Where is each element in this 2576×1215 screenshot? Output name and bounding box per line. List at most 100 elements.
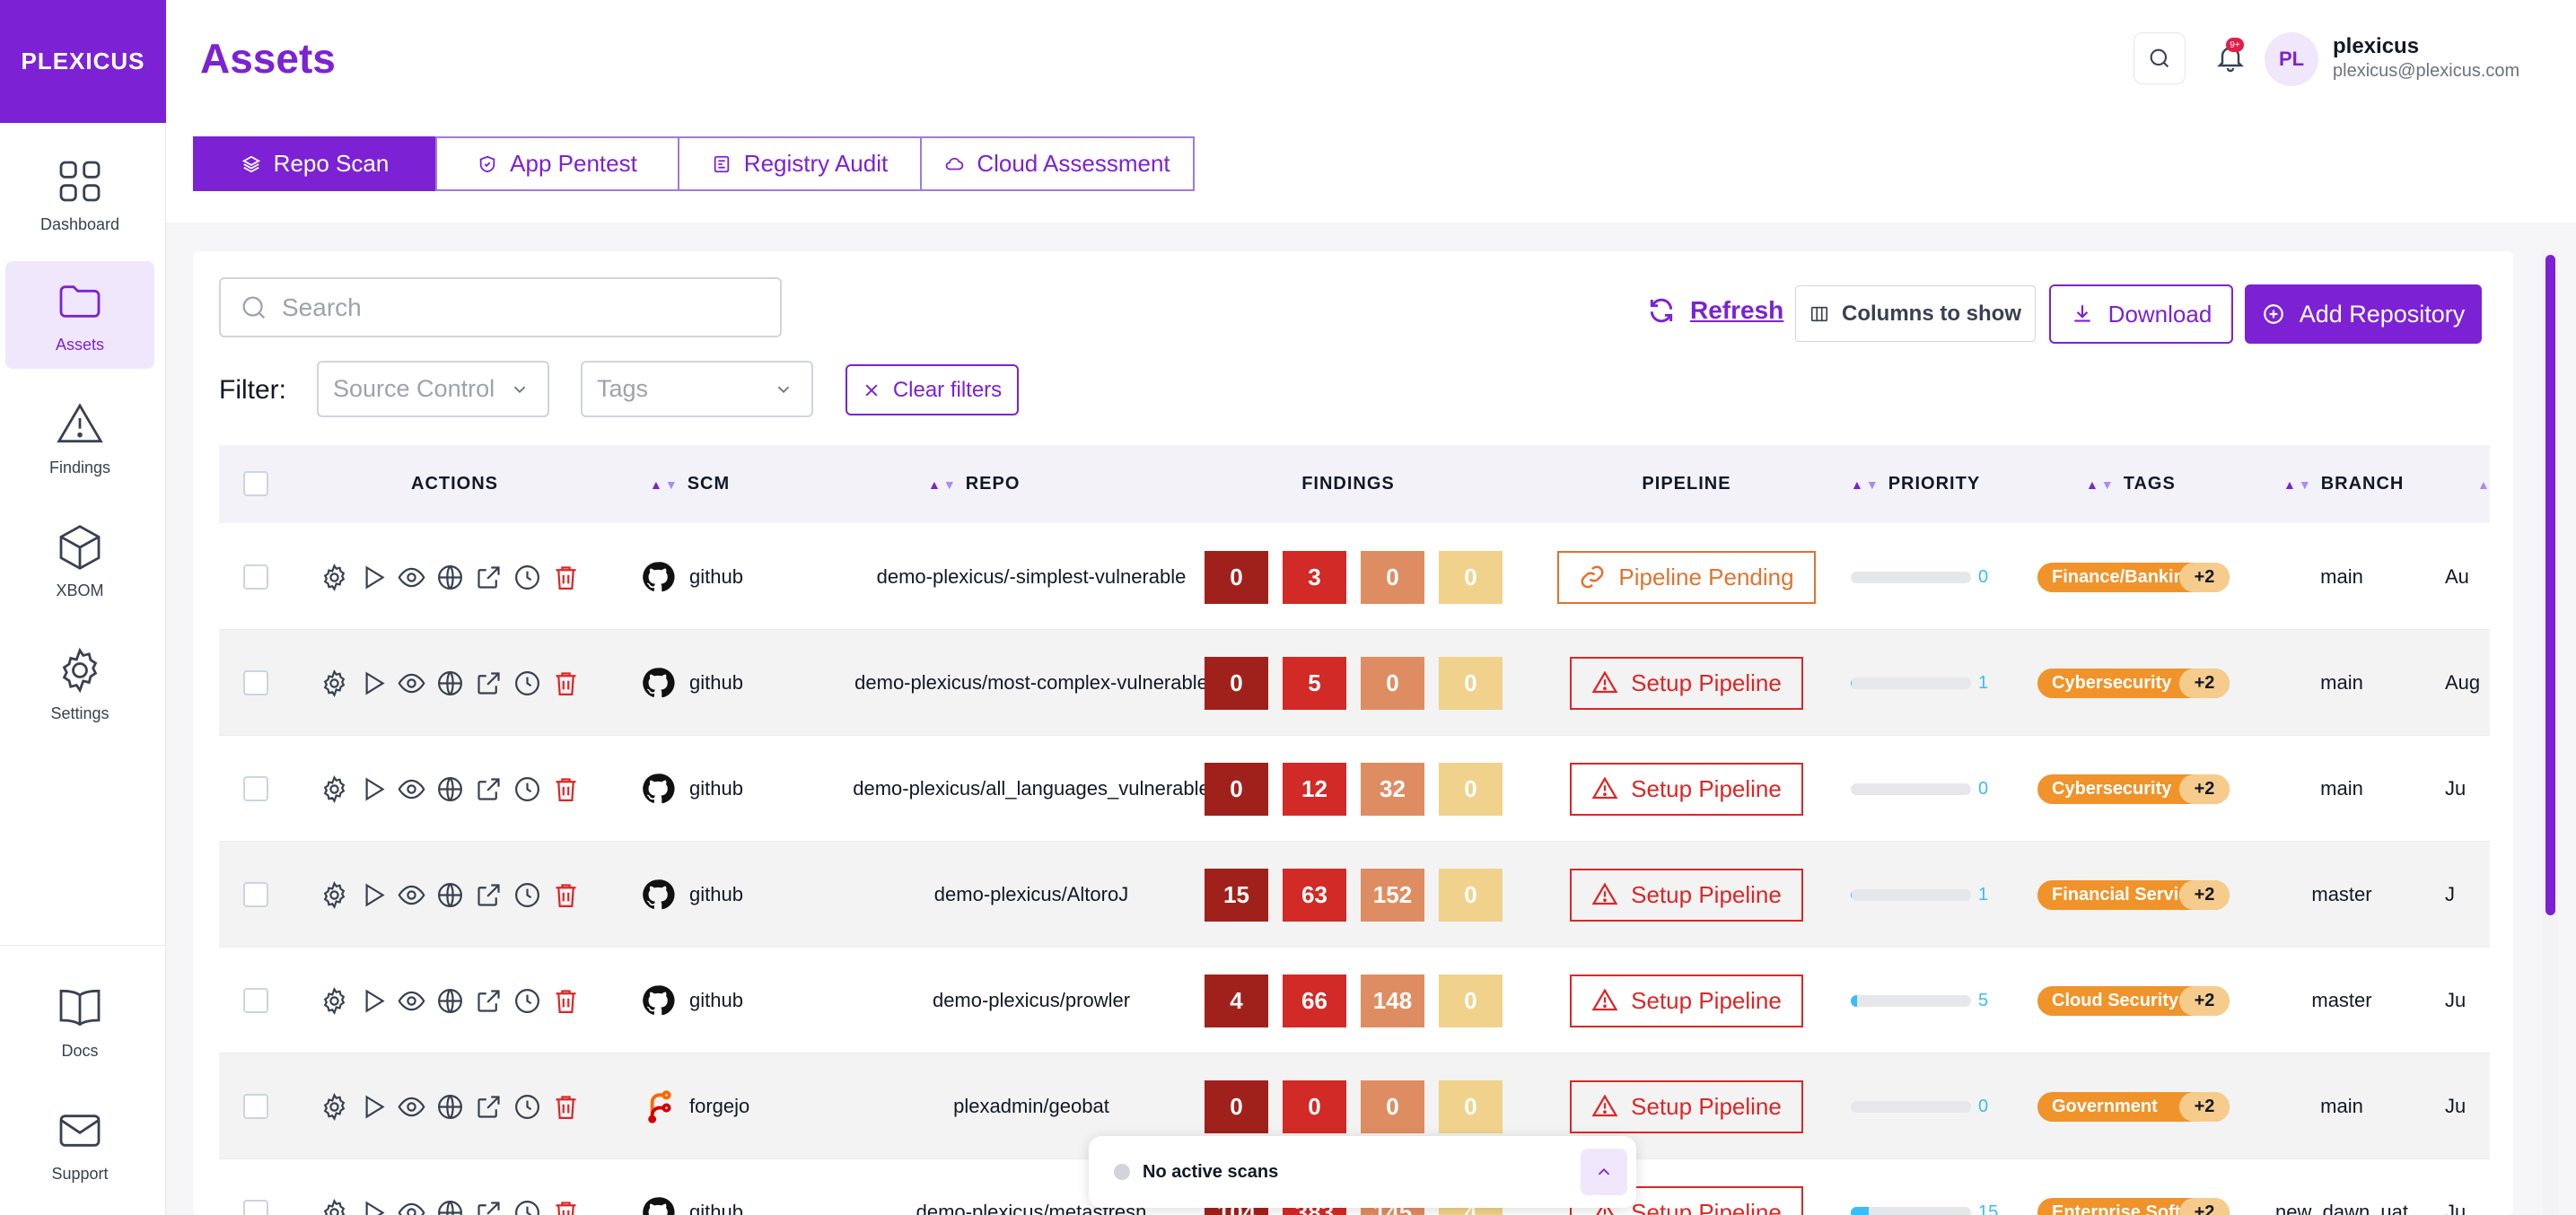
findings-high-count[interactable]: 66 bbox=[1283, 974, 1346, 1027]
findings-high-count[interactable]: 3 bbox=[1283, 550, 1346, 604]
tag-more-badge[interactable]: +2 bbox=[2179, 562, 2230, 592]
row-checkbox[interactable] bbox=[243, 988, 268, 1013]
table-row[interactable]: github demo-plexicus/most-complex-vulner… bbox=[219, 630, 2490, 736]
row-checkbox[interactable] bbox=[243, 564, 268, 590]
globe-icon[interactable] bbox=[435, 986, 465, 1016]
sort-icon[interactable]: ▲ ▼ bbox=[2283, 477, 2312, 492]
tag-more-badge[interactable]: +2 bbox=[2179, 1091, 2230, 1122]
row-checkbox[interactable] bbox=[243, 776, 268, 801]
findings-medium-count[interactable]: 0 bbox=[1361, 656, 1424, 710]
settings-icon[interactable] bbox=[320, 986, 349, 1016]
brand-logo[interactable]: PLEXICUS bbox=[0, 0, 166, 123]
pipeline-button[interactable]: Setup Pipeline bbox=[1570, 1080, 1803, 1133]
findings-critical-count[interactable]: 0 bbox=[1205, 762, 1268, 816]
history-icon[interactable] bbox=[513, 774, 542, 804]
findings-critical-count[interactable]: 0 bbox=[1205, 550, 1268, 604]
play-icon[interactable] bbox=[358, 880, 388, 910]
expand-scans-button[interactable] bbox=[1581, 1149, 1627, 1195]
play-icon[interactable] bbox=[358, 986, 388, 1016]
open-external-icon[interactable] bbox=[474, 563, 504, 592]
avatar[interactable]: PL bbox=[2265, 32, 2318, 86]
findings-critical-count[interactable]: 0 bbox=[1205, 656, 1268, 710]
search-input[interactable]: Search bbox=[219, 277, 782, 337]
sidebar-item-xbom[interactable]: XBOM bbox=[5, 507, 154, 615]
refresh-button[interactable]: Refresh bbox=[1647, 296, 1783, 325]
settings-icon[interactable] bbox=[320, 1092, 349, 1122]
settings-icon[interactable] bbox=[320, 1198, 349, 1215]
tab-registry-audit[interactable]: Registry Audit bbox=[678, 136, 922, 191]
history-icon[interactable] bbox=[513, 1198, 542, 1215]
play-icon[interactable] bbox=[358, 1198, 388, 1215]
settings-icon[interactable] bbox=[320, 880, 349, 910]
findings-medium-count[interactable]: 0 bbox=[1361, 550, 1424, 604]
sort-icon[interactable]: ▲ ▼ bbox=[1851, 477, 1879, 492]
settings-icon[interactable] bbox=[320, 563, 349, 592]
column-scm[interactable]: ▲ ▼ SCM bbox=[650, 445, 730, 523]
global-search-button[interactable] bbox=[2134, 32, 2186, 84]
findings-high-count[interactable]: 63 bbox=[1283, 868, 1346, 922]
tag-more-badge[interactable]: +2 bbox=[2179, 985, 2230, 1016]
row-checkbox[interactable] bbox=[243, 1094, 268, 1119]
open-external-icon[interactable] bbox=[474, 1092, 504, 1122]
column-priority[interactable]: ▲ ▼ PRIORITY bbox=[1851, 445, 1980, 523]
pipeline-button[interactable]: Setup Pipeline bbox=[1570, 656, 1803, 710]
findings-high-count[interactable]: 0 bbox=[1283, 1080, 1346, 1133]
settings-icon[interactable] bbox=[320, 774, 349, 804]
globe-icon[interactable] bbox=[435, 563, 465, 592]
pipeline-button[interactable]: Setup Pipeline bbox=[1570, 868, 1803, 922]
settings-icon[interactable] bbox=[320, 669, 349, 698]
tag-more-badge[interactable]: +2 bbox=[2179, 668, 2230, 698]
download-button[interactable]: Download bbox=[2049, 284, 2233, 344]
findings-medium-count[interactable]: 32 bbox=[1361, 762, 1424, 816]
columns-to-show-button[interactable]: Columns to show bbox=[1795, 285, 2036, 342]
view-icon[interactable] bbox=[397, 880, 426, 910]
tag-more-badge[interactable]: +2 bbox=[2179, 774, 2230, 804]
view-icon[interactable] bbox=[397, 774, 426, 804]
column-repo[interactable]: ▲ ▼ REPO bbox=[928, 445, 1020, 523]
view-icon[interactable] bbox=[397, 1198, 426, 1215]
sort-icon[interactable]: ▲ ▼ bbox=[2086, 477, 2115, 492]
tag-badge[interactable]: Cloud Security +2 bbox=[2037, 985, 2230, 1016]
history-icon[interactable] bbox=[513, 1092, 542, 1122]
findings-low-count[interactable]: 0 bbox=[1439, 974, 1503, 1027]
row-checkbox[interactable] bbox=[243, 670, 268, 695]
tab-repo-scan[interactable]: Repo Scan bbox=[193, 136, 437, 191]
scrollbar-thumb[interactable] bbox=[2545, 255, 2555, 915]
tag-badge[interactable]: Cybersecurity +2 bbox=[2037, 668, 2230, 698]
add-repository-button[interactable]: Add Repository bbox=[2245, 284, 2482, 344]
play-icon[interactable] bbox=[358, 563, 388, 592]
globe-icon[interactable] bbox=[435, 1092, 465, 1122]
open-external-icon[interactable] bbox=[474, 1198, 504, 1215]
column-branch[interactable]: ▲ ▼ BRANCH bbox=[2283, 445, 2404, 523]
globe-icon[interactable] bbox=[435, 774, 465, 804]
findings-critical-count[interactable]: 0 bbox=[1205, 1080, 1268, 1133]
globe-icon[interactable] bbox=[435, 880, 465, 910]
open-external-icon[interactable] bbox=[474, 774, 504, 804]
table-row[interactable]: github demo-plexicus/all_languages_vulne… bbox=[219, 736, 2490, 842]
sidebar-item-assets[interactable]: Assets bbox=[5, 261, 154, 369]
sort-icon[interactable]: ▲ bbox=[2477, 477, 2491, 492]
tags-select[interactable]: Tags bbox=[581, 361, 813, 417]
table-row[interactable]: github demo-plexicus/prowler 4 66 148 0 Set… bbox=[219, 948, 2490, 1053]
row-checkbox[interactable] bbox=[243, 882, 268, 907]
clear-filters-button[interactable]: Clear filters bbox=[846, 364, 1019, 415]
findings-low-count[interactable]: 0 bbox=[1439, 550, 1503, 604]
play-icon[interactable] bbox=[358, 1092, 388, 1122]
findings-critical-count[interactable]: 15 bbox=[1205, 868, 1268, 922]
pipeline-button[interactable]: Pipeline Pending bbox=[1557, 550, 1816, 604]
tag-badge[interactable]: Financial Services+2 bbox=[2037, 879, 2230, 910]
tag-badge[interactable]: Government +2 bbox=[2037, 1091, 2230, 1122]
history-icon[interactable] bbox=[513, 563, 542, 592]
delete-icon[interactable] bbox=[551, 1092, 581, 1122]
view-icon[interactable] bbox=[397, 563, 426, 592]
play-icon[interactable] bbox=[358, 774, 388, 804]
tag-badge[interactable]: Finance/Banking +2 bbox=[2037, 562, 2230, 592]
delete-icon[interactable] bbox=[551, 880, 581, 910]
source-control-select[interactable]: Source Control bbox=[317, 361, 549, 417]
delete-icon[interactable] bbox=[551, 1198, 581, 1215]
history-icon[interactable] bbox=[513, 880, 542, 910]
delete-icon[interactable] bbox=[551, 669, 581, 698]
column-last-scan[interactable]: ▲ bbox=[2477, 445, 2491, 523]
findings-medium-count[interactable]: 148 bbox=[1361, 974, 1424, 1027]
sidebar-item-findings[interactable]: Findings bbox=[5, 384, 154, 492]
